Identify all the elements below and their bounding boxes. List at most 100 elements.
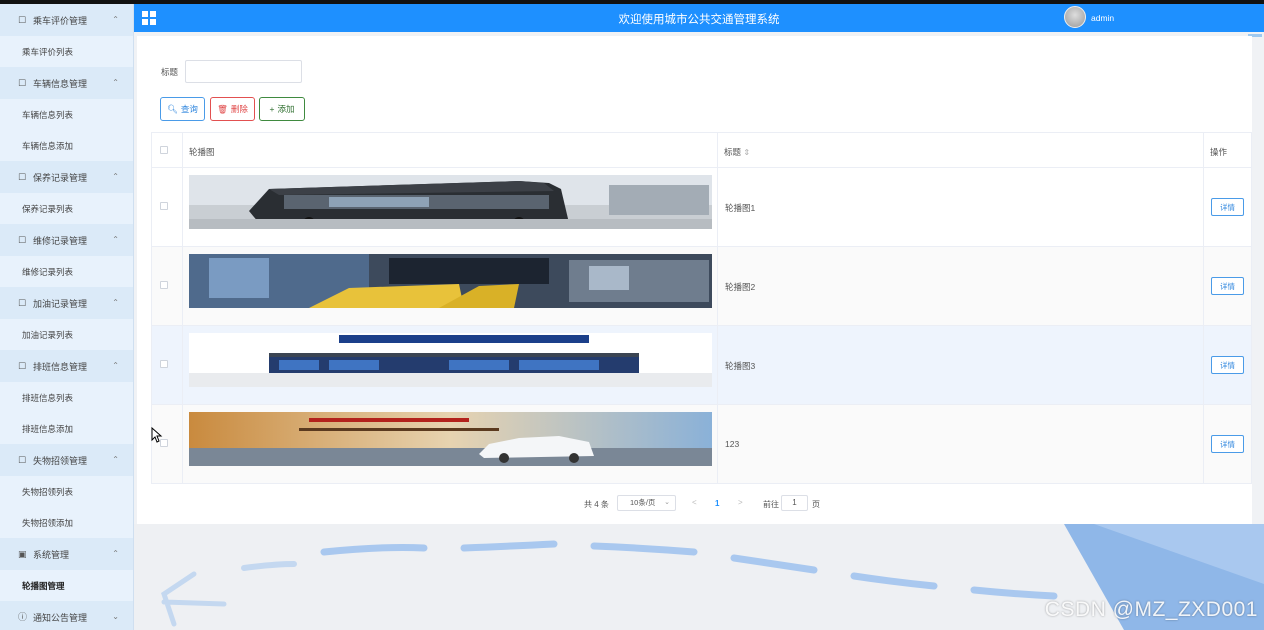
table-row[interactable]: 轮播图2 详情 bbox=[151, 247, 1252, 326]
sidebar-item[interactable]: 乘车评价列表 bbox=[0, 36, 133, 67]
sort-icon[interactable]: ⇕ bbox=[743, 148, 750, 157]
next-page-button[interactable]: > bbox=[738, 498, 743, 507]
sidebar-group[interactable]: ☐ 维修记录管理 ⌃ bbox=[0, 224, 133, 256]
sidebar-group-label: 维修记录管理 bbox=[33, 235, 88, 246]
edit-icon: ☐ bbox=[18, 361, 27, 371]
carousel-table: 轮播图 标题 ⇕ 操作 轮播图1 详情 轮播图2 详情 轮播图3 详情 123 … bbox=[151, 132, 1252, 484]
sidebar-group[interactable]: ▣ 系统管理 ⌃ bbox=[0, 538, 133, 570]
sidebar-group-label: 乘车评价管理 bbox=[33, 15, 88, 26]
sidebar-item[interactable]: 排班信息添加 bbox=[0, 413, 133, 444]
sidebar-group-label: 车辆信息管理 bbox=[33, 78, 88, 89]
sidebar-group[interactable]: ☐ 失物招领管理 ⌃ bbox=[0, 444, 133, 476]
carousel-image bbox=[189, 333, 712, 387]
row-checkbox[interactable] bbox=[160, 281, 168, 289]
sidebar-item[interactable]: 车辆信息添加 bbox=[0, 130, 133, 161]
trash-icon: 🗑︎ bbox=[217, 103, 228, 114]
table-row[interactable]: 轮播图3 详情 bbox=[151, 326, 1252, 405]
table-row[interactable]: 轮播图1 详情 bbox=[151, 168, 1252, 247]
detail-button[interactable]: 详情 bbox=[1211, 277, 1244, 295]
sidebar-item[interactable]: 失物招领添加 bbox=[0, 507, 133, 538]
chevron-up-icon: ⌃ bbox=[112, 15, 119, 24]
edit-icon: ☐ bbox=[18, 78, 27, 88]
select-all-checkbox[interactable] bbox=[160, 146, 168, 154]
detail-button[interactable]: 详情 bbox=[1211, 198, 1244, 216]
sidebar-item[interactable]: 排班信息列表 bbox=[0, 382, 133, 413]
row-title: 轮播图1 bbox=[725, 203, 756, 213]
prev-page-button[interactable]: < bbox=[692, 498, 697, 507]
table-header-row: 轮播图 标题 ⇕ 操作 bbox=[151, 133, 1252, 168]
search-title-label: 标题 bbox=[161, 67, 179, 77]
page-size-select[interactable]: 10条/页 ⌄ bbox=[617, 495, 676, 511]
delete-button-label: 删除 bbox=[230, 104, 248, 114]
chevron-up-icon: ⌃ bbox=[112, 78, 119, 87]
sidebar-item[interactable]: 失物招领列表 bbox=[0, 476, 133, 507]
sidebar-item[interactable]: 车辆信息列表 bbox=[0, 99, 133, 130]
sidebar-group[interactable]: ☐ 车辆信息管理 ⌃ bbox=[0, 67, 133, 99]
user-name[interactable]: admin bbox=[1091, 13, 1114, 23]
pagination-total: 共 4 条 bbox=[584, 500, 609, 509]
col-header-title-label: 标题 bbox=[724, 147, 742, 157]
carousel-image bbox=[189, 175, 712, 229]
row-title: 123 bbox=[725, 439, 740, 449]
sidebar-group[interactable]: ☐ 保养记录管理 ⌃ bbox=[0, 161, 133, 193]
add-button[interactable]: + 添加 bbox=[259, 97, 305, 121]
goto-label: 前往 bbox=[763, 500, 779, 509]
row-title: 轮播图2 bbox=[725, 282, 756, 292]
carousel-image bbox=[189, 254, 712, 308]
sidebar-group[interactable]: ⓘ 通知公告管理 ⌄ bbox=[0, 601, 133, 630]
goto-unit-label: 页 bbox=[812, 500, 820, 509]
detail-button[interactable]: 详情 bbox=[1211, 435, 1244, 453]
edit-icon: ☐ bbox=[18, 298, 27, 308]
sidebar-group[interactable]: ☐ 排班信息管理 ⌃ bbox=[0, 350, 133, 382]
page-number-current[interactable]: 1 bbox=[715, 499, 719, 508]
sidebar-group-label: 保养记录管理 bbox=[33, 172, 88, 183]
sidebar-group-label: 排班信息管理 bbox=[33, 361, 88, 372]
table-row[interactable]: 123 详情 bbox=[151, 405, 1252, 484]
chevron-down-icon: ⌄ bbox=[664, 499, 670, 506]
delete-button[interactable]: 🗑︎ 删除 bbox=[210, 97, 255, 121]
add-button-label: 添加 bbox=[277, 104, 295, 114]
page-size-value: 10条/页 bbox=[630, 498, 656, 507]
sidebar-menu: ☐ 乘车评价管理 ⌃ 乘车评价列表 ☐ 车辆信息管理 ⌃ 车辆信息列表 车辆信息添加 ☐ 保养记录管… bbox=[0, 4, 134, 630]
carousel-image bbox=[189, 412, 712, 466]
chevron-up-icon: ⌃ bbox=[112, 455, 119, 464]
edit-icon: ☐ bbox=[18, 172, 27, 182]
plus-icon: + bbox=[269, 104, 275, 114]
row-checkbox[interactable] bbox=[160, 202, 168, 210]
search-icon: 🔍︎ bbox=[167, 103, 178, 114]
chevron-up-icon: ⌃ bbox=[112, 549, 119, 558]
col-header-image: 轮播图 bbox=[189, 147, 215, 157]
main-content: 标题 🔍︎ 查询 🗑︎ 删除 + 添加 轮播图 标题 ⇕ 操作 轮播图1 详情 … bbox=[137, 36, 1252, 524]
sidebar-group[interactable]: ☐ 加油记录管理 ⌃ bbox=[0, 287, 133, 319]
chevron-up-icon: ⌃ bbox=[112, 235, 119, 244]
sidebar-group-label: 加油记录管理 bbox=[33, 298, 88, 309]
sidebar-group-label: 系统管理 bbox=[33, 549, 70, 560]
csdn-watermark: CSDN @MZ_ZXD001 bbox=[1044, 598, 1258, 621]
query-button[interactable]: 🔍︎ 查询 bbox=[160, 97, 205, 121]
user-avatar[interactable] bbox=[1064, 6, 1086, 28]
row-title: 轮播图3 bbox=[725, 361, 756, 371]
sidebar-item[interactable]: 轮播图管理 bbox=[0, 570, 133, 601]
row-checkbox[interactable] bbox=[160, 360, 168, 368]
sidebar-group[interactable]: ☐ 乘车评价管理 ⌃ bbox=[0, 4, 133, 36]
chevron-up-icon: ⌃ bbox=[112, 298, 119, 307]
query-button-label: 查询 bbox=[180, 104, 198, 114]
sidebar-group-label: 失物招领管理 bbox=[33, 455, 88, 466]
col-header-title[interactable]: 标题 ⇕ bbox=[724, 146, 750, 158]
edit-icon: ☐ bbox=[18, 235, 27, 245]
pagination: 共 4 条 10条/页 ⌄ < 1 > 前往 1 页 bbox=[137, 495, 1252, 514]
search-title-input[interactable] bbox=[185, 60, 302, 83]
top-header: 欢迎使用城市公共交通管理系统 admin bbox=[134, 4, 1264, 32]
chevron-up-icon: ⌃ bbox=[112, 172, 119, 181]
picture-icon: ▣ bbox=[18, 549, 27, 559]
chevron-down-icon: ⌄ bbox=[112, 612, 119, 621]
detail-button[interactable]: 详情 bbox=[1211, 356, 1244, 374]
edit-icon: ☐ bbox=[18, 455, 27, 465]
goto-page-input[interactable]: 1 bbox=[781, 495, 808, 511]
sidebar-item[interactable]: 加油记录列表 bbox=[0, 319, 133, 350]
col-header-op: 操作 bbox=[1210, 147, 1228, 157]
sidebar-item[interactable]: 保养记录列表 bbox=[0, 193, 133, 224]
sidebar-group-label: 通知公告管理 bbox=[33, 612, 88, 623]
sidebar-item[interactable]: 维修记录列表 bbox=[0, 256, 133, 287]
info-icon: ⓘ bbox=[18, 612, 28, 622]
